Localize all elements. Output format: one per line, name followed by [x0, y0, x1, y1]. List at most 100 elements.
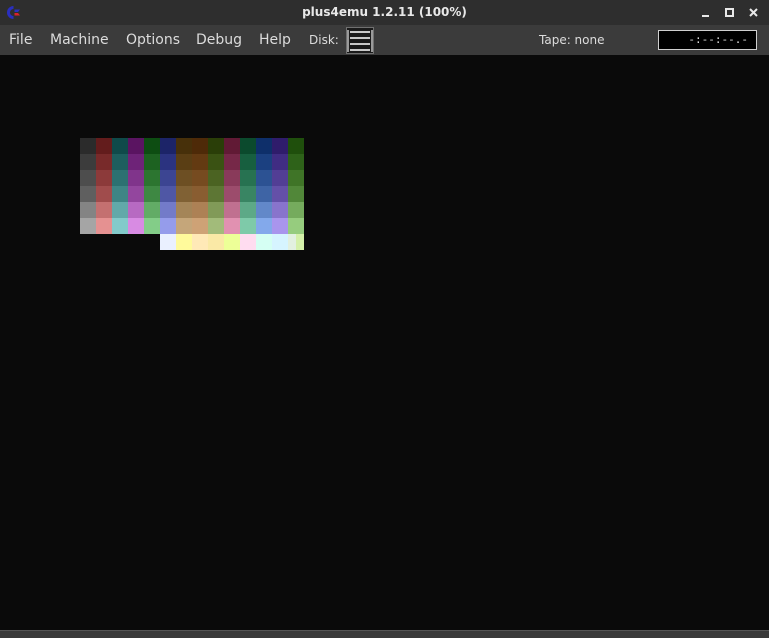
palette-swatch — [288, 218, 304, 234]
palette-swatch — [240, 154, 256, 170]
palette-swatch — [128, 154, 144, 170]
palette-swatch — [272, 234, 288, 250]
palette-swatch — [176, 138, 192, 154]
palette-swatch — [144, 218, 160, 234]
palette-swatch — [128, 186, 144, 202]
palette-swatch — [80, 170, 96, 186]
palette-swatch — [176, 154, 192, 170]
palette-swatch — [112, 202, 128, 218]
palette-swatch — [192, 154, 208, 170]
palette-swatch — [128, 138, 144, 154]
palette-swatch — [256, 138, 272, 154]
palette-swatch — [112, 218, 128, 234]
palette-swatch — [208, 186, 224, 202]
emulator-screen[interactable] — [0, 55, 769, 630]
palette-swatch — [224, 186, 240, 202]
tape-status: Tape: none — [539, 33, 605, 47]
palette-swatch — [176, 186, 192, 202]
menu-help[interactable]: Help — [259, 25, 291, 55]
palette-swatch — [176, 170, 192, 186]
menu-options[interactable]: Options — [126, 25, 180, 55]
menu-machine[interactable]: Machine — [50, 25, 109, 55]
palette-swatch — [192, 186, 208, 202]
menu-file[interactable]: File — [9, 25, 32, 55]
palette-swatch — [144, 202, 160, 218]
palette-swatch — [240, 186, 256, 202]
palette-swatch — [256, 234, 272, 250]
palette-swatch — [192, 170, 208, 186]
palette-swatch — [176, 202, 192, 218]
palette-swatch — [96, 170, 112, 186]
close-icon[interactable] — [747, 6, 760, 19]
palette-swatch — [112, 186, 128, 202]
palette-swatch — [128, 218, 144, 234]
palette-swatch — [256, 186, 272, 202]
palette-swatch — [80, 218, 96, 234]
palette-swatch — [160, 202, 176, 218]
palette-swatch — [224, 138, 240, 154]
palette-swatch — [192, 218, 208, 234]
palette-swatch — [208, 154, 224, 170]
palette-swatch — [224, 170, 240, 186]
palette-swatch — [240, 218, 256, 234]
palette-swatch — [160, 186, 176, 202]
palette-swatch — [96, 218, 112, 234]
palette-swatch — [128, 170, 144, 186]
palette-swatch — [288, 138, 304, 154]
palette-swatch — [272, 218, 288, 234]
palette-swatch — [208, 170, 224, 186]
palette-swatch — [96, 154, 112, 170]
palette-swatch — [96, 202, 112, 218]
palette-swatch — [96, 186, 112, 202]
palette-swatch — [272, 154, 288, 170]
palette-swatch — [288, 186, 304, 202]
palette-swatch — [128, 202, 144, 218]
palette-swatch — [272, 170, 288, 186]
palette-swatch — [192, 202, 208, 218]
palette-swatch — [256, 218, 272, 234]
palette-swatch — [160, 138, 176, 154]
palette-swatch — [272, 138, 288, 154]
palette-swatch — [144, 186, 160, 202]
palette-swatch — [208, 234, 224, 250]
palette-swatch — [160, 234, 176, 250]
disk-activity-indicator — [346, 27, 374, 54]
menu-debug[interactable]: Debug — [196, 25, 242, 55]
palette-swatch — [144, 138, 160, 154]
palette-swatch — [144, 154, 160, 170]
palette-swatch — [224, 154, 240, 170]
palette-swatch — [112, 138, 128, 154]
palette-swatch — [288, 170, 304, 186]
palette-swatch — [176, 234, 192, 250]
minimize-icon[interactable] — [699, 6, 712, 19]
palette-swatch — [272, 186, 288, 202]
palette-swatch — [272, 202, 288, 218]
window-title: plus4emu 1.2.11 (100%) — [302, 5, 467, 19]
palette-swatch — [224, 202, 240, 218]
palette-swatch — [144, 170, 160, 186]
menu-bar: File Machine Options Debug Help Disk: Ta… — [0, 25, 769, 55]
palette-swatch — [296, 234, 304, 250]
palette-swatch — [96, 138, 112, 154]
palette-swatch — [80, 154, 96, 170]
palette-swatch — [80, 186, 96, 202]
palette-swatch — [240, 202, 256, 218]
palette-swatch — [240, 170, 256, 186]
palette-swatch — [208, 138, 224, 154]
palette-swatch — [208, 202, 224, 218]
palette-swatch — [112, 154, 128, 170]
palette-swatch — [80, 202, 96, 218]
palette-swatch — [80, 138, 96, 154]
palette-swatch — [160, 154, 176, 170]
palette-swatch — [160, 218, 176, 234]
palette-swatch — [256, 170, 272, 186]
palette-swatch — [176, 218, 192, 234]
title-bar: plus4emu 1.2.11 (100%) — [0, 0, 769, 25]
maximize-icon[interactable] — [723, 6, 736, 19]
tape-counter: -:--:--.- — [658, 30, 757, 50]
palette-swatch — [240, 234, 256, 250]
disk-label: Disk: — [309, 33, 339, 47]
palette-swatch — [224, 218, 240, 234]
palette-swatch — [288, 202, 304, 218]
palette-swatch — [112, 170, 128, 186]
